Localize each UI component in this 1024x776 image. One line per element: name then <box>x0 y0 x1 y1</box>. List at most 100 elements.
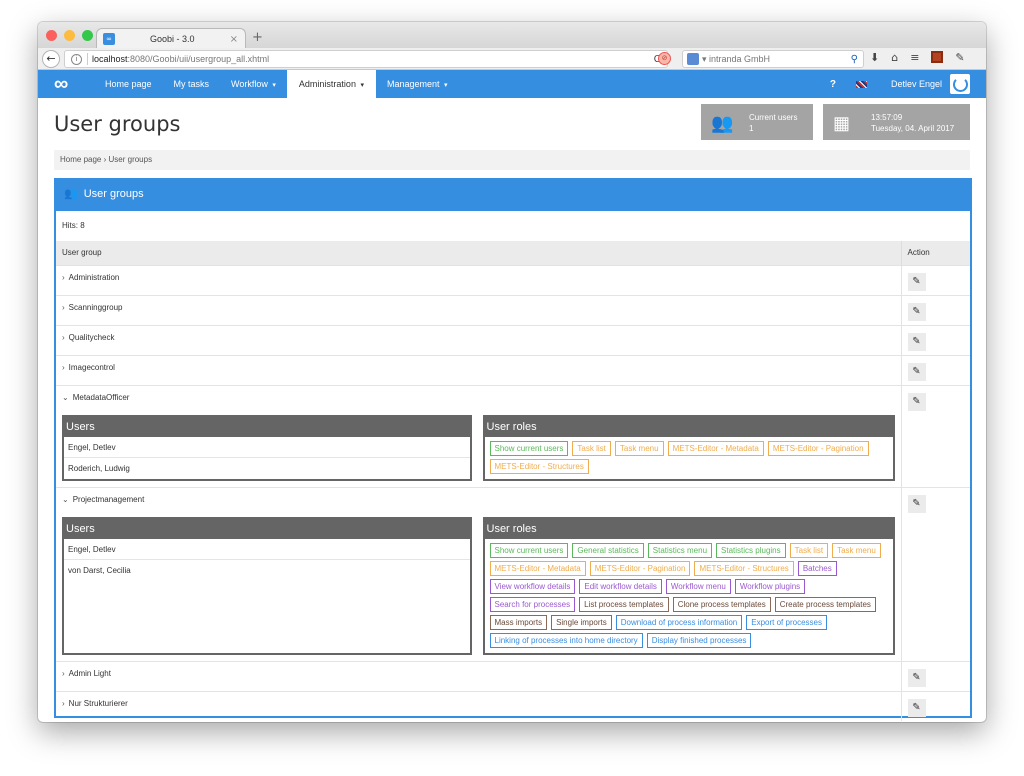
action-cell: ✎ <box>901 384 970 487</box>
group-cell: ⌄ MetadataOfficer Users Engel, Detlev Roderi… <box>56 384 902 487</box>
group-name: Admin Light <box>68 668 111 678</box>
date: Tuesday, 04. April 2017 <box>871 124 955 133</box>
role-badge: Display finished processes <box>646 632 752 648</box>
edit-group-button[interactable]: ✎ <box>907 668 926 687</box>
breadcrumb-home[interactable]: Home page <box>60 155 101 164</box>
goobi-logo[interactable]: ∞ <box>54 70 94 98</box>
adblock-icon[interactable]: ⊘ <box>658 52 671 65</box>
group-toggle[interactable]: › Imagecontrol <box>62 356 895 385</box>
home-icon[interactable]: ⌂ <box>891 51 898 64</box>
group-toggle[interactable]: › Scanninggroup <box>62 296 895 325</box>
eyedropper-icon[interactable]: ✎ <box>955 51 964 64</box>
group-toggle[interactable]: › Administration <box>62 266 895 295</box>
help-icon[interactable]: ? <box>830 79 836 90</box>
breadcrumb: Home page › User groups <box>54 150 970 170</box>
maximize-window-button[interactable] <box>82 30 93 41</box>
edit-group-button[interactable]: ✎ <box>907 698 926 717</box>
nav-my-tasks[interactable]: My tasks <box>163 70 221 98</box>
role-badge: Workflow menu <box>665 578 731 594</box>
download-icon[interactable]: ⬇ <box>870 51 879 64</box>
user-roles-heading: User roles <box>484 518 893 539</box>
edit-group-button[interactable]: ✎ <box>907 272 926 291</box>
date-widget: ▦ 13:57:09 Tuesday, 04. April 2017 <box>823 104 970 140</box>
caret-down-icon: ▾ <box>272 82 276 89</box>
edit-group-button[interactable]: ✎ <box>907 332 926 351</box>
current-users-widget[interactable]: 👥 Current users 1 <box>701 104 813 140</box>
tab-title: Goobi - 3.0 <box>150 34 195 44</box>
tab-bar: ∞ Goobi - 3.0 × + <box>38 22 986 49</box>
main-navbar: ∞ Home page My tasks Workflow ▾ Administ… <box>38 70 986 98</box>
chevron-right-icon: › <box>62 698 65 708</box>
column-header-user-group[interactable]: User group <box>56 241 902 265</box>
user-roles-panel: User roles Show current users General stat… <box>482 516 895 655</box>
back-button[interactable]: ← <box>42 49 60 68</box>
search-icon[interactable]: ⚲ <box>851 54 858 65</box>
edit-group-button[interactable]: ✎ <box>907 494 926 513</box>
info-icon[interactable]: i <box>71 53 82 65</box>
minimize-window-button[interactable] <box>64 30 75 41</box>
user-roles-panel: User roles Show current users Task list Tas… <box>482 414 895 481</box>
chevron-right-icon: › <box>62 668 65 678</box>
menu-icon[interactable]: ≡ <box>910 51 919 64</box>
table-row: › Qualitycheck ✎ <box>56 324 970 355</box>
action-cell: ✎ <box>901 690 970 721</box>
role-badge: Linking of processes into home directory <box>489 632 643 648</box>
url-path: :8080/Goobi/uii/usergroup_all.xhtml <box>127 54 270 64</box>
breadcrumb-current: User groups <box>108 155 153 164</box>
close-tab-icon[interactable]: × <box>230 34 238 45</box>
nav-home-page[interactable]: Home page <box>94 70 163 98</box>
action-cell: ✎ <box>901 294 970 325</box>
url-bar[interactable]: i localhost :8080/Goobi/uii/usergroup_al… <box>64 50 668 68</box>
group-toggle[interactable]: › Admin Light <box>62 662 895 691</box>
new-tab-button[interactable]: + <box>252 30 263 45</box>
uk-flag-icon[interactable] <box>855 80 867 88</box>
roles-list: Show current users General statistics Stat… <box>485 539 893 653</box>
role-badge: Download of process information <box>615 614 743 630</box>
pencil-icon: ✎ <box>912 335 921 347</box>
addon-icon[interactable] <box>931 51 944 63</box>
edit-group-button[interactable]: ✎ <box>907 362 926 381</box>
group-name: Nur Strukturierer <box>68 698 128 708</box>
role-badge: Statistics menu <box>647 542 713 558</box>
nav-administration[interactable]: Administration ▾ <box>286 70 376 98</box>
user-name[interactable]: Detlev Engel <box>891 79 942 89</box>
edit-group-button[interactable]: ✎ <box>907 392 926 411</box>
edit-group-button[interactable]: ✎ <box>907 302 926 321</box>
role-badge: Export of processes <box>746 614 827 630</box>
group-name: Imagecontrol <box>68 362 115 372</box>
group-toggle[interactable]: ⌄ Projectmanagement <box>62 488 895 517</box>
user-avatar[interactable] <box>950 74 970 94</box>
group-toggle[interactable]: › Qualitycheck <box>62 326 895 355</box>
browser-tab[interactable]: ∞ Goobi - 3.0 × <box>96 28 246 49</box>
search-engine-icon[interactable] <box>687 53 699 65</box>
user-groups-box: 👥 User groups Hits: 8 User group Action … <box>54 178 972 721</box>
pencil-icon: ✎ <box>912 497 921 509</box>
group-toggle[interactable]: › Nur Strukturierer <box>62 692 895 721</box>
user-list-item: Roderich, Ludwig <box>68 463 130 473</box>
window-controls <box>46 30 93 41</box>
user-list-item: von Darst, Cecilia <box>68 565 131 575</box>
group-details: Users Engel, Detlev Roderich, Ludwig User r… <box>62 414 895 487</box>
browser-toolbar: ← i localhost :8080/Goobi/uii/usergroup_… <box>38 48 986 70</box>
table-row: › Nur Strukturierer ✎ <box>56 690 970 721</box>
group-cell: › Administration <box>56 264 902 295</box>
table-row: › Admin Light ✎ <box>56 660 970 691</box>
role-badge: METS-Editor - Metadata <box>667 440 764 456</box>
group-toggle[interactable]: ⌄ MetadataOfficer <box>62 386 895 415</box>
column-header-action: Action <box>901 241 970 265</box>
role-badge: Show current users <box>489 440 569 456</box>
breadcrumb-separator: › <box>103 155 107 164</box>
roles-list: Show current users Task list Task menu METS… <box>485 437 893 479</box>
close-window-button[interactable] <box>46 30 57 41</box>
nav-management[interactable]: Management ▾ <box>376 70 459 98</box>
table-row: ⌄ MetadataOfficer Users Engel, Detlev Roderi… <box>56 384 970 487</box>
group-cell: › Imagecontrol <box>56 354 902 385</box>
nav-workflow[interactable]: Workflow ▾ <box>220 70 287 98</box>
search-placeholder: intranda GmbH <box>709 54 771 64</box>
group-name: Qualitycheck <box>68 332 115 342</box>
chevron-right-icon: › <box>62 362 65 372</box>
pencil-icon: ✎ <box>912 305 921 317</box>
search-bar[interactable]: ▾ intranda GmbH ⚲ <box>682 50 864 68</box>
search-engine-caret-icon[interactable]: ▾ <box>702 54 709 65</box>
role-badge: METS-Editor - Pagination <box>589 560 691 576</box>
